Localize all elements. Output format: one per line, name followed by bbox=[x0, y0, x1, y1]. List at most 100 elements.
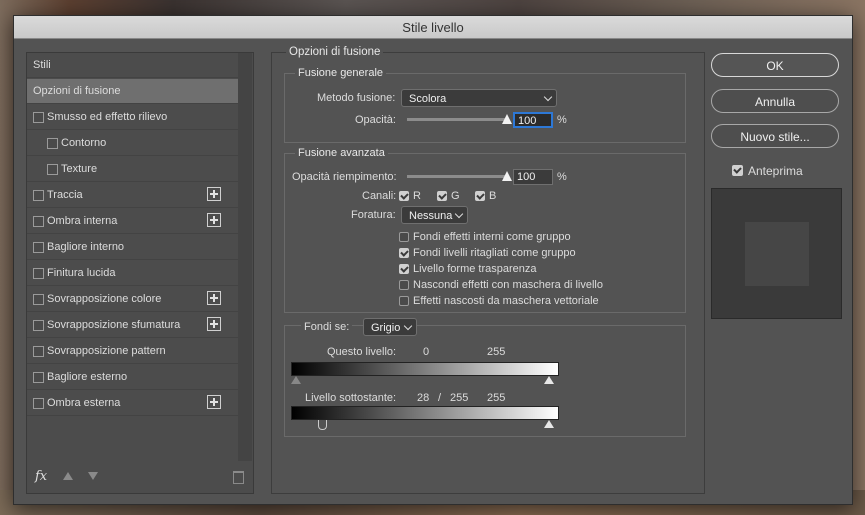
underlying-low: 28 bbox=[417, 392, 430, 404]
fill-opacity-value: 100 bbox=[517, 171, 536, 183]
style-item[interactable]: Sovrapposizione sfumatura bbox=[27, 313, 238, 338]
opacity-slider-thumb[interactable] bbox=[502, 114, 512, 124]
knockout-select[interactable]: Nessuna bbox=[401, 206, 468, 224]
style-item[interactable]: Bagliore esterno bbox=[27, 365, 238, 390]
styles-header-label: Stili bbox=[33, 59, 51, 71]
style-item-label: Opzioni di fusione bbox=[33, 85, 121, 97]
opacity-label: Opacità: bbox=[355, 114, 396, 126]
style-item-checkbox[interactable] bbox=[33, 398, 44, 409]
advanced-option-checkbox[interactable] bbox=[399, 264, 409, 274]
add-effect-icon[interactable] bbox=[207, 317, 221, 331]
style-item[interactable]: Ombra interna bbox=[27, 209, 238, 234]
underlying-mid: 255 bbox=[450, 392, 469, 404]
style-item-checkbox[interactable] bbox=[47, 138, 58, 149]
chevron-down-icon bbox=[454, 209, 464, 219]
add-effect-icon[interactable] bbox=[207, 213, 221, 227]
title-bar[interactable]: Stile livello bbox=[14, 16, 852, 39]
ok-button-label: OK bbox=[766, 59, 784, 73]
chevron-down-icon bbox=[543, 92, 553, 102]
general-blending-title: Fusione generale bbox=[295, 67, 387, 79]
style-preview-thumbnail bbox=[711, 188, 842, 319]
ok-button[interactable]: OK bbox=[711, 53, 839, 77]
advanced-option-label: Fondi effetti interni come gruppo bbox=[413, 231, 571, 243]
style-item-label: Sovrapposizione pattern bbox=[47, 345, 166, 357]
advanced-blending-title: Fusione avanzata bbox=[295, 147, 388, 159]
underlying-separator: / bbox=[438, 392, 442, 404]
styles-panel: Stili Opzioni di fusione Smusso ed effett… bbox=[26, 52, 254, 494]
fill-opacity-unit: % bbox=[557, 171, 567, 183]
style-item-checkbox[interactable] bbox=[33, 346, 44, 357]
this-layer-white-stop[interactable] bbox=[544, 376, 554, 384]
style-item[interactable]: Contorno bbox=[27, 131, 238, 156]
underlying-split-stop[interactable] bbox=[318, 420, 327, 430]
fill-opacity-label: Opacità riempimento: bbox=[292, 171, 397, 183]
style-item-checkbox[interactable] bbox=[33, 112, 44, 123]
preview-checkbox[interactable] bbox=[732, 165, 743, 176]
style-item-label: Smusso ed effetto rilievo bbox=[47, 111, 168, 123]
styles-toolbar: fx bbox=[27, 465, 253, 491]
style-item[interactable]: Traccia bbox=[27, 183, 238, 208]
preview-label: Anteprima bbox=[748, 164, 803, 178]
style-item[interactable]: Opzioni di fusione bbox=[27, 79, 238, 104]
cancel-button[interactable]: Annulla bbox=[711, 89, 839, 113]
new-style-button[interactable]: Nuovo stile... bbox=[711, 124, 839, 148]
underlying-white-stop[interactable] bbox=[544, 420, 554, 428]
style-item[interactable]: Bagliore interno bbox=[27, 235, 238, 260]
advanced-option-checkbox[interactable] bbox=[399, 232, 409, 242]
blending-options-title: Opzioni di fusione bbox=[286, 46, 384, 58]
new-style-button-label: Nuovo stile... bbox=[740, 130, 810, 144]
fill-opacity-slider-thumb[interactable] bbox=[502, 171, 512, 181]
style-item-checkbox[interactable] bbox=[33, 190, 44, 201]
blend-mode-select[interactable]: Scolora bbox=[401, 89, 557, 107]
advanced-option-label: Effetti nascosti da maschera vettoriale bbox=[413, 295, 599, 307]
opacity-input[interactable]: 100 bbox=[513, 112, 553, 128]
styles-scrollbar[interactable] bbox=[238, 53, 252, 461]
add-effect-icon[interactable] bbox=[207, 187, 221, 201]
style-item-checkbox[interactable] bbox=[33, 372, 44, 383]
channel-g-checkbox[interactable] bbox=[437, 191, 447, 201]
blend-if-value: Grigio bbox=[371, 322, 401, 334]
opacity-unit: % bbox=[557, 114, 567, 126]
style-item-checkbox[interactable] bbox=[47, 164, 58, 175]
channel-b-checkbox[interactable] bbox=[475, 191, 485, 201]
style-item[interactable]: Finitura lucida bbox=[27, 261, 238, 286]
move-up-icon[interactable] bbox=[63, 472, 73, 480]
add-effect-icon[interactable] bbox=[207, 395, 221, 409]
blend-if-select[interactable]: Grigio bbox=[363, 318, 417, 336]
style-item-label: Contorno bbox=[61, 137, 107, 149]
trash-icon[interactable] bbox=[233, 471, 244, 484]
channel-r-label: R bbox=[413, 190, 421, 202]
add-effect-icon[interactable] bbox=[207, 291, 221, 305]
advanced-blending-group: Fusione avanzata Opacità riempimento: 10… bbox=[284, 147, 686, 313]
style-item-label: Ombra interna bbox=[47, 215, 118, 227]
advanced-option-checkbox[interactable] bbox=[399, 280, 409, 290]
style-item[interactable]: Smusso ed effetto rilievo bbox=[27, 105, 238, 130]
fill-opacity-slider[interactable] bbox=[407, 175, 507, 178]
advanced-option-label: Fondi livelli ritagliati come gruppo bbox=[413, 247, 576, 259]
blend-mode-value: Scolora bbox=[409, 93, 447, 105]
style-item-checkbox[interactable] bbox=[33, 268, 44, 279]
channel-r-checkbox[interactable] bbox=[399, 191, 409, 201]
style-item[interactable]: Ombra esterna bbox=[27, 391, 238, 416]
preview-swatch bbox=[745, 222, 809, 286]
style-item-checkbox[interactable] bbox=[33, 242, 44, 253]
opacity-slider[interactable] bbox=[407, 118, 507, 121]
style-item-checkbox[interactable] bbox=[33, 320, 44, 331]
style-item-checkbox[interactable] bbox=[33, 216, 44, 227]
advanced-option-checkbox[interactable] bbox=[399, 248, 409, 258]
channel-b-label: B bbox=[489, 190, 497, 202]
style-item[interactable]: Texture bbox=[27, 157, 238, 182]
channels-label: Canali: bbox=[362, 190, 397, 202]
style-item[interactable]: Sovrapposizione pattern bbox=[27, 339, 238, 364]
this-layer-black-stop[interactable] bbox=[291, 376, 301, 384]
opacity-value: 100 bbox=[518, 115, 537, 127]
fx-icon[interactable]: fx bbox=[35, 469, 47, 484]
move-down-icon[interactable] bbox=[88, 472, 98, 480]
style-item[interactable]: Sovrapposizione colore bbox=[27, 287, 238, 312]
chevron-down-icon bbox=[403, 321, 413, 331]
advanced-option-checkbox[interactable] bbox=[399, 296, 409, 306]
style-item-checkbox[interactable] bbox=[33, 294, 44, 305]
fill-opacity-input[interactable]: 100 bbox=[513, 169, 553, 185]
underlying-layer-label: Livello sottostante: bbox=[305, 392, 397, 404]
styles-header[interactable]: Stili bbox=[27, 53, 238, 78]
